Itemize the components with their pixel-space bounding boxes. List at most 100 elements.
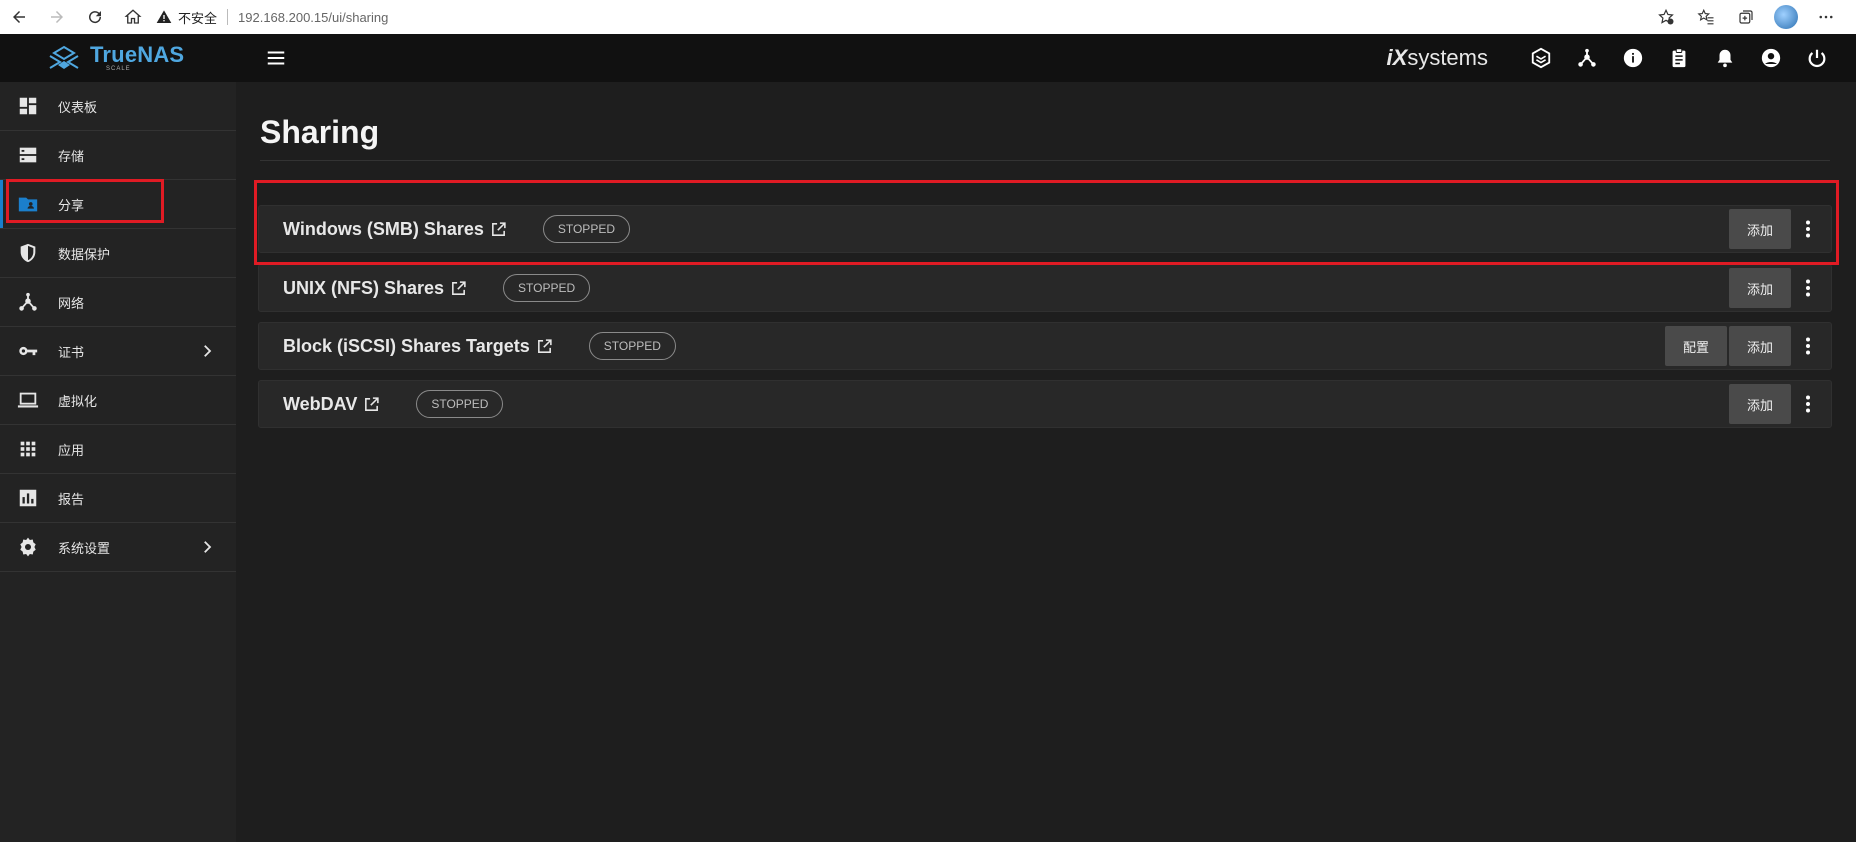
sidebar-item-network[interactable]: 网络 (0, 278, 236, 327)
sidebar-item-label: 系统设置 (58, 540, 111, 556)
profile-button[interactable] (1766, 0, 1806, 34)
home-icon (124, 9, 142, 24)
add-button[interactable]: 添加 (1728, 384, 1791, 424)
logo-subtitle: SCALE (106, 66, 131, 72)
help-button[interactable] (1610, 34, 1656, 82)
add-button[interactable]: 添加 (1728, 268, 1791, 308)
sidebar-item-label: 虚拟化 (58, 393, 98, 409)
sidebar-item-sharing[interactable]: 分享 (0, 180, 236, 229)
more-options-button[interactable] (1791, 268, 1825, 308)
apps-grid-icon (20, 441, 36, 457)
favorites-button[interactable] (1686, 0, 1726, 34)
shield-icon (20, 243, 36, 263)
laptop-icon (17, 392, 39, 408)
logo-name: TrueNAS (90, 42, 185, 67)
card-title: Block (iSCSI) Shares Targets (283, 335, 530, 356)
status-badge: STOPPED (416, 390, 504, 418)
sidebar-item-reporting[interactable]: 报告 (0, 474, 236, 523)
more-options-button[interactable] (1791, 326, 1825, 366)
sidebar-item-dashboard[interactable]: 仪表板 (0, 82, 236, 131)
address-separator (227, 9, 229, 25)
sidebar-item-label: 分享 (58, 197, 85, 213)
more-options-button[interactable] (1791, 384, 1825, 424)
sidebar-item-label: 存储 (58, 148, 85, 164)
favorites-list-icon (1697, 8, 1714, 25)
power-icon (1808, 49, 1826, 68)
reload-button[interactable] (76, 0, 114, 34)
more-vertical-icon (1806, 395, 1810, 413)
power-button[interactable] (1794, 34, 1840, 82)
info-icon (1623, 48, 1643, 68)
insecure-label: 不安全 (178, 10, 218, 26)
sidebar-item-certificates[interactable]: 证书 (0, 327, 236, 376)
ixsystems-brand[interactable]: iXsystems (1387, 45, 1488, 71)
sidebar-item-label: 证书 (58, 344, 85, 360)
truecommand-icon (1531, 47, 1551, 69)
browser-menu-button[interactable] (1806, 0, 1846, 34)
app-topbar: TrueNAS SCALE iXsystems (0, 34, 1856, 82)
more-vertical-icon (1806, 279, 1810, 297)
arrow-right-icon (51, 11, 63, 23)
truenas-logo[interactable]: TrueNAS SCALE (0, 44, 236, 72)
url-text[interactable]: 192.168.200.15/ui/sharing (238, 10, 388, 25)
network-tree-icon (1578, 48, 1596, 67)
forward-button[interactable] (38, 0, 76, 34)
directory-services-button[interactable] (1564, 34, 1610, 82)
jobs-button[interactable] (1656, 34, 1702, 82)
menu-toggle-button[interactable] (260, 42, 292, 74)
sidebar-item-virtualization[interactable]: 虚拟化 (0, 376, 236, 425)
collections-icon (1739, 10, 1753, 24)
sidebar-item-storage[interactable]: 存储 (0, 131, 236, 180)
sidebar: 仪表板 存储 分享 数据保护 网络 证书 虚拟化 应用 报告 系统设置 (0, 82, 236, 842)
address-bar[interactable]: 不安全 192.168.200.15/ui/sharing (156, 4, 388, 30)
network-icon (19, 292, 37, 311)
open-in-new-icon[interactable] (536, 338, 553, 355)
status-badge: STOPPED (503, 274, 591, 302)
browser-toolbar: 不安全 192.168.200.15/ui/sharing (0, 0, 1856, 35)
configure-button[interactable]: 配置 (1664, 326, 1727, 366)
arrow-left-icon (13, 11, 25, 23)
sidebar-item-apps[interactable]: 应用 (0, 425, 236, 474)
sidebar-item-system-settings[interactable]: 系统设置 (0, 523, 236, 572)
back-button[interactable] (0, 0, 38, 34)
more-options-button[interactable] (1791, 209, 1825, 249)
card-title: WebDAV (283, 393, 358, 414)
collections-button[interactable] (1726, 0, 1766, 34)
more-vertical-icon (1806, 220, 1810, 238)
add-button[interactable]: 添加 (1728, 209, 1791, 249)
hamburger-icon (267, 51, 285, 65)
sidebar-item-label: 网络 (58, 295, 85, 311)
favorite-add-button[interactable] (1646, 0, 1686, 34)
dashboard-icon (19, 97, 37, 115)
home-button[interactable] (114, 0, 152, 34)
brand-prefix: iX (1386, 45, 1408, 70)
account-button[interactable] (1748, 34, 1794, 82)
open-in-new-icon[interactable] (363, 396, 380, 413)
more-horizontal-icon (1819, 15, 1833, 19)
warning-icon (156, 10, 172, 23)
sidebar-item-data-protection[interactable]: 数据保护 (0, 229, 236, 278)
truecommand-button[interactable] (1518, 34, 1564, 82)
bell-icon (1717, 49, 1733, 68)
key-icon (19, 346, 38, 356)
folder-shared-icon (18, 197, 38, 212)
storage-icon (19, 147, 37, 163)
sidebar-item-label: 仪表板 (58, 99, 98, 115)
card-title: Windows (SMB) Shares (283, 218, 484, 239)
reload-icon (89, 11, 102, 24)
chart-icon (19, 489, 37, 507)
chevron-right-icon (204, 345, 212, 357)
clipboard-icon (1672, 48, 1686, 68)
title-divider (260, 160, 1830, 161)
add-button[interactable]: 添加 (1728, 326, 1791, 366)
gear-icon (20, 537, 36, 557)
status-badge: STOPPED (542, 215, 630, 243)
share-card-iscsi: Block (iSCSI) Shares Targets STOPPED 配置 … (258, 322, 1832, 370)
truenas-logo-icon (49, 45, 79, 69)
open-in-new-icon[interactable] (490, 221, 507, 238)
profile-avatar (1774, 5, 1798, 29)
share-card-nfs: UNIX (NFS) Shares STOPPED 添加 (258, 264, 1832, 312)
alerts-button[interactable] (1702, 34, 1748, 82)
open-in-new-icon[interactable] (450, 280, 467, 297)
sidebar-item-label: 应用 (58, 442, 85, 458)
